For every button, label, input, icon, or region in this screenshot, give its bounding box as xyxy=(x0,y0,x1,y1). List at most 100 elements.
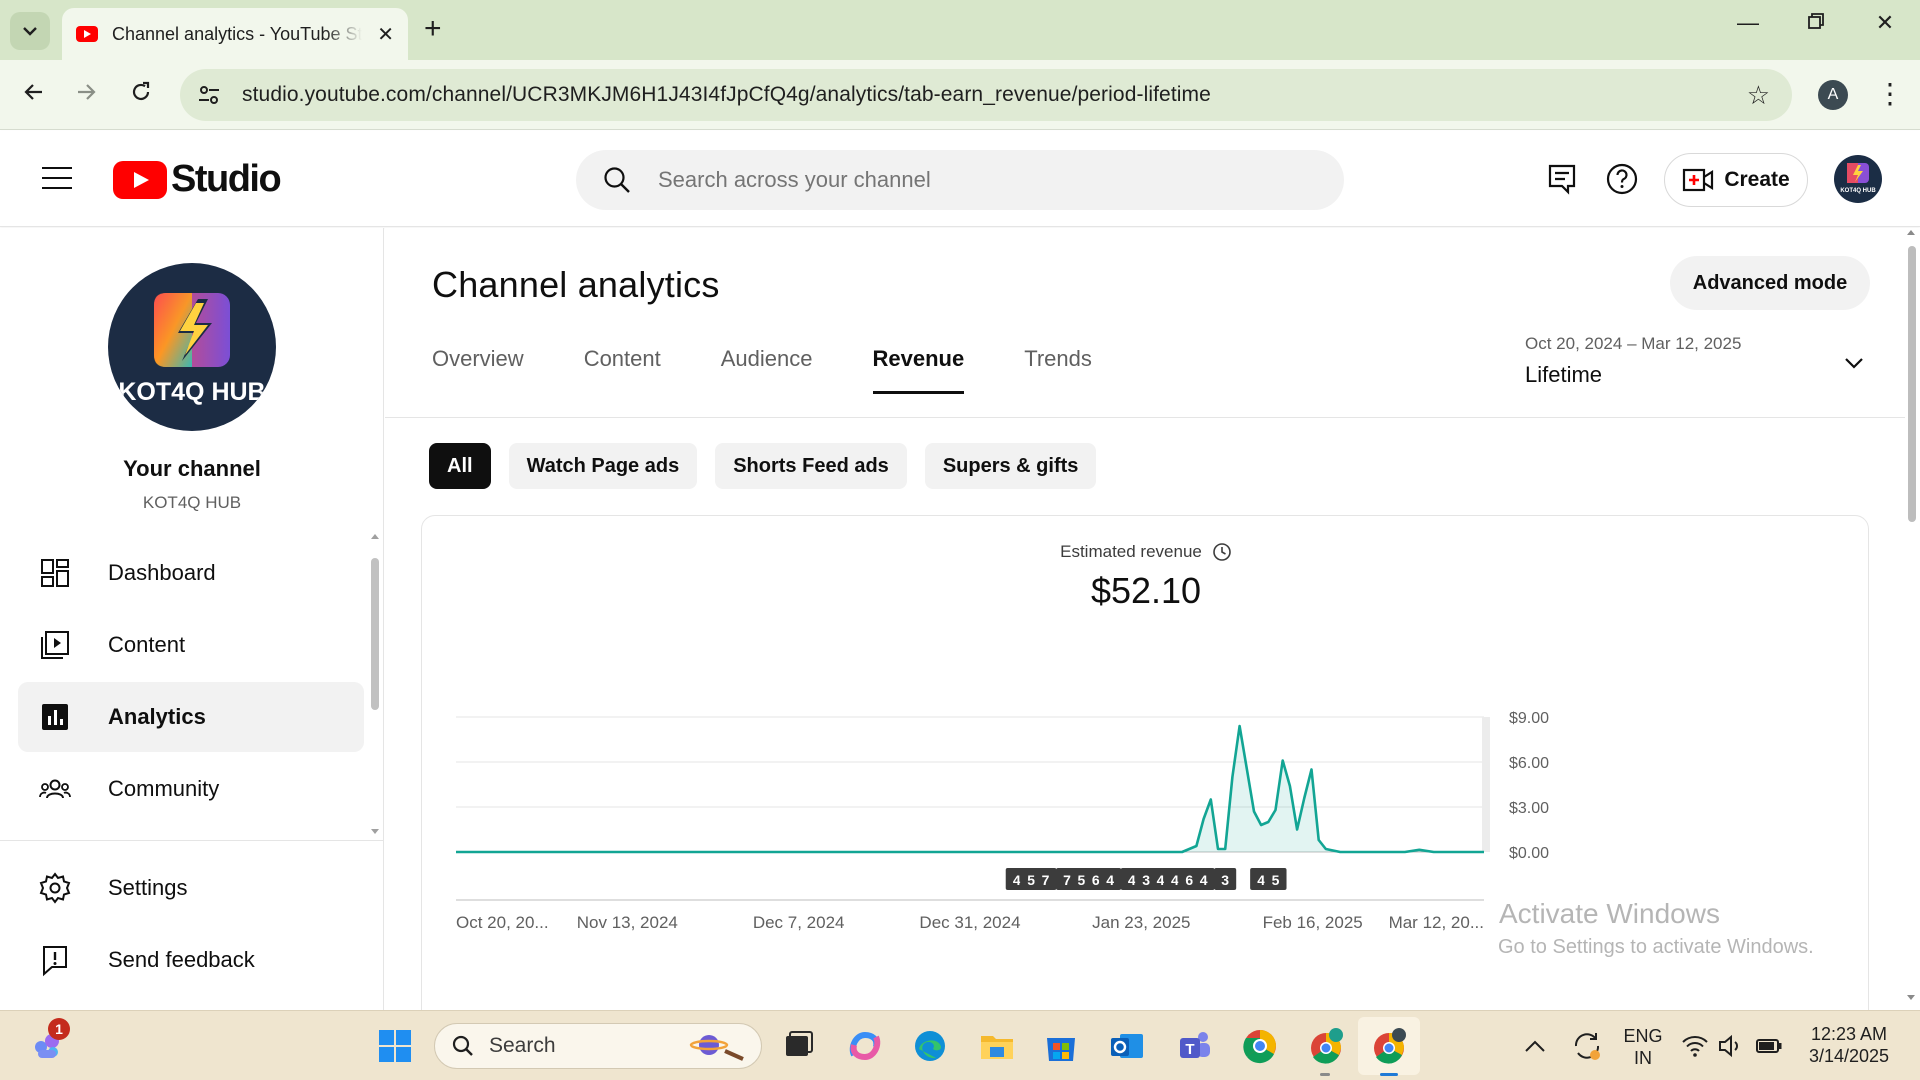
video-marker-label: 5 xyxy=(1027,872,1035,888)
search-icon xyxy=(452,1035,473,1056)
page-scroll-up-arrow-icon[interactable] xyxy=(1906,228,1916,236)
new-tab-button[interactable]: + xyxy=(424,14,442,44)
browser-tab-active[interactable]: Channel analytics - YouTube Studio ✕ xyxy=(62,8,408,60)
tab-overview[interactable]: Overview xyxy=(432,346,524,394)
clock[interactable]: 12:23 AM 3/14/2025 xyxy=(1794,1023,1904,1067)
sidebar-item-settings[interactable]: Settings xyxy=(18,853,364,923)
sidebar-divider xyxy=(0,840,384,841)
sidebar-item-label: Community xyxy=(108,776,220,801)
period-selector[interactable]: Oct 20, 2024 – Mar 12, 2025 Lifetime xyxy=(1525,334,1875,394)
revenue-filter-chips: All Watch Page ads Shorts Feed ads Super… xyxy=(429,443,1114,489)
windows-taskbar: Search T ENG IN 12:23 AM 3/14/2025 xyxy=(0,1010,1920,1080)
comments-icon[interactable] xyxy=(1544,161,1580,197)
tab-close-icon[interactable]: ✕ xyxy=(377,22,394,47)
advanced-mode-button[interactable]: Advanced mode xyxy=(1670,256,1870,310)
x-tick-label: Jan 23, 2025 xyxy=(1092,913,1190,932)
account-avatar[interactable]: KOT4Q HUB xyxy=(1834,155,1882,203)
chrome-profile-active-icon[interactable] xyxy=(1370,1027,1408,1065)
video-marker-label: 4 xyxy=(1157,872,1165,888)
video-marker-label: 4 xyxy=(1200,872,1208,888)
close-window-button[interactable]: ✕ xyxy=(1865,10,1905,36)
battery-icon[interactable] xyxy=(1754,1031,1784,1061)
sidebar-item-send-feedback[interactable]: Send feedback xyxy=(18,925,364,995)
y-tick-label: $9.00 xyxy=(1509,710,1549,727)
gear-icon xyxy=(39,872,71,904)
youtube-logo-icon xyxy=(113,160,167,199)
chevron-down-icon xyxy=(1845,358,1863,369)
search-input[interactable] xyxy=(658,167,1258,193)
edge-browser-icon[interactable] xyxy=(911,1027,949,1065)
sidebar-item-content[interactable]: Content xyxy=(18,610,364,680)
video-marker-label: 4 xyxy=(1257,872,1265,888)
sidebar-item-dashboard[interactable]: Dashboard xyxy=(18,538,364,608)
y-tick-label: $6.00 xyxy=(1509,755,1549,772)
reload-icon xyxy=(132,81,150,101)
back-button[interactable] xyxy=(18,80,50,110)
task-view-icon[interactable] xyxy=(779,1027,817,1065)
video-marker-label: 4 xyxy=(1106,872,1114,888)
taskbar-search[interactable]: Search xyxy=(434,1023,762,1069)
page-title: Channel analytics xyxy=(432,264,720,305)
forward-button[interactable] xyxy=(70,80,102,110)
restore-button[interactable] xyxy=(1796,10,1836,36)
tab-trends[interactable]: Trends xyxy=(1024,346,1092,394)
sidebar-item-label: Content xyxy=(108,632,186,657)
video-marker-label: 6 xyxy=(1185,872,1193,888)
create-label: Create xyxy=(1724,168,1790,191)
file-explorer-icon[interactable] xyxy=(978,1027,1016,1065)
language-indicator[interactable]: ENG IN xyxy=(1620,1025,1666,1069)
browser-menu-icon[interactable]: ⋮ xyxy=(1876,74,1904,114)
studio-logo[interactable]: Studio xyxy=(113,158,282,201)
copilot-icon[interactable] xyxy=(846,1027,884,1065)
search-bar[interactable] xyxy=(576,150,1344,210)
chrome-icon[interactable] xyxy=(1241,1027,1279,1065)
hamburger-menu-icon[interactable] xyxy=(42,167,72,189)
help-icon[interactable] xyxy=(1604,161,1640,197)
minimize-button[interactable]: — xyxy=(1728,10,1768,36)
tab-revenue[interactable]: Revenue xyxy=(872,346,964,394)
outlook-icon[interactable] xyxy=(1108,1027,1146,1065)
language-code: ENG xyxy=(1623,1026,1663,1046)
reload-button[interactable] xyxy=(125,80,157,110)
create-button[interactable]: Create xyxy=(1664,153,1808,207)
omnibox[interactable]: studio.youtube.com/channel/UCR3MKJM6H1J4… xyxy=(180,69,1792,121)
dashboard-icon xyxy=(41,559,69,587)
clock-date: 3/14/2025 xyxy=(1808,1046,1890,1066)
sync-icon[interactable] xyxy=(1568,1027,1606,1065)
tabs-divider xyxy=(385,417,1905,418)
teams-icon[interactable]: T xyxy=(1175,1027,1213,1065)
y-tick-label: $0.00 xyxy=(1509,845,1549,862)
windows-watermark-subtitle: Go to Settings to activate Windows. xyxy=(1498,936,1814,958)
sidebar-item-label: Dashboard xyxy=(108,560,216,585)
windows-start-icon[interactable] xyxy=(376,1027,414,1065)
url-text[interactable]: studio.youtube.com/channel/UCR3MKJM6H1J4… xyxy=(242,83,1211,107)
bookmark-star-icon[interactable]: ☆ xyxy=(1747,80,1770,111)
tab-content[interactable]: Content xyxy=(584,346,661,394)
chip-watch-page-ads[interactable]: Watch Page ads xyxy=(508,443,698,489)
page-scroll-thumb[interactable] xyxy=(1908,246,1916,522)
browser-profile-avatar[interactable]: A xyxy=(1818,80,1848,110)
scroll-down-arrow-icon xyxy=(371,829,379,834)
sidebar-item-analytics[interactable]: Analytics xyxy=(18,682,364,752)
chip-all[interactable]: All xyxy=(429,443,491,489)
tab-search-button[interactable] xyxy=(10,12,50,50)
chip-shorts-feed-ads[interactable]: Shorts Feed ads xyxy=(715,443,907,489)
series-line xyxy=(456,724,1484,854)
search-icon xyxy=(604,167,630,193)
wifi-icon[interactable] xyxy=(1680,1031,1710,1061)
chevron-up-icon[interactable] xyxy=(1520,1031,1550,1061)
microsoft-store-icon[interactable] xyxy=(1042,1027,1080,1065)
channel-avatar[interactable]: KOT4Q HUB xyxy=(108,263,276,431)
sidebar-item-community[interactable]: Community xyxy=(18,754,364,824)
youtube-favicon-icon xyxy=(76,26,98,42)
chrome-profile-icon[interactable] xyxy=(1307,1027,1345,1065)
sidebar-scroll-thumb[interactable] xyxy=(371,558,379,710)
tab-audience[interactable]: Audience xyxy=(721,346,813,394)
chip-supers-gifts[interactable]: Supers & gifts xyxy=(924,443,1097,489)
site-info-icon[interactable] xyxy=(196,82,222,108)
volume-icon[interactable] xyxy=(1716,1031,1746,1061)
page-scroll-down-arrow-icon[interactable] xyxy=(1906,994,1916,1002)
series-area xyxy=(456,726,1484,852)
back-arrow-icon xyxy=(24,84,42,100)
tab-title: Channel analytics - YouTube Studio xyxy=(112,23,362,44)
